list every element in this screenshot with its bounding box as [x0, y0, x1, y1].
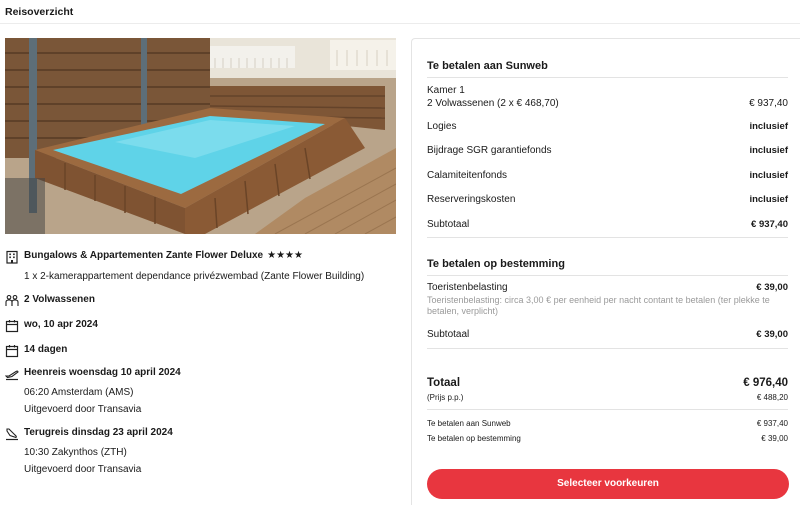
divider: [427, 409, 788, 410]
people-icon: [5, 294, 19, 306]
hotel-info: Bungalows & Appartementen Zante Flower D…: [5, 249, 400, 265]
trip-details: Bungalows & Appartementen Zante Flower D…: [0, 38, 400, 505]
item-value: inclusief: [749, 145, 788, 156]
room-label: Kamer 1: [427, 85, 465, 96]
price-pp-label: (Prijs p.p.): [427, 393, 464, 402]
calendar-duration-icon: [5, 345, 19, 358]
select-preferences-button[interactable]: Selecteer voorkeuren: [427, 469, 789, 499]
outbound-title: Heenreis woensdag 10 april 2024: [24, 367, 181, 378]
item-label: Logies: [427, 121, 457, 132]
divider: [427, 348, 788, 349]
departure-date: wo, 10 apr 2024: [24, 319, 98, 330]
building-icon: [6, 250, 18, 264]
hotel-name: Bungalows & Appartementen Zante Flower D…: [24, 250, 264, 261]
destination-section-title: Te betalen op bestemming: [427, 258, 565, 270]
tourist-tax-value: € 39,00: [756, 282, 788, 293]
item-value: inclusief: [749, 194, 788, 205]
hotel-stars: ★★★★: [267, 250, 303, 261]
room-detail: 2 Volwassenen (2 x € 468,70): [427, 98, 559, 109]
price-pp-value: € 488,20: [756, 393, 788, 402]
divider: [427, 275, 788, 276]
total-sunweb-value: € 937,40: [756, 419, 788, 428]
page-title: Reisoverzicht: [5, 6, 74, 18]
return-carrier: Uitgevoerd door Transavia: [24, 464, 142, 475]
outbound-flight: Heenreis woensdag 10 april 2024: [5, 366, 400, 382]
travellers-count: 2 Volwassenen: [24, 294, 95, 305]
tourist-tax-label: Toeristenbelasting: [427, 282, 508, 293]
date-row: wo, 10 apr 2024: [5, 318, 400, 334]
plane-arrival-icon: [6, 428, 18, 441]
outbound-time: 06:20 Amsterdam (AMS): [24, 387, 134, 398]
room-description: 1 x 2-kamerappartement dependance privéz…: [24, 271, 365, 282]
sunweb-subtotal-label: Subtotaal: [427, 219, 470, 230]
divider: [427, 237, 788, 238]
divider: [427, 77, 788, 78]
return-title: Terugreis dinsdag 23 april 2024: [24, 427, 173, 438]
destination-subtotal-value: € 39,00: [756, 329, 788, 340]
page-header: Reisoverzicht: [0, 0, 800, 24]
calendar-icon: [5, 320, 19, 333]
item-value: inclusief: [749, 121, 788, 132]
plane-departure-icon: [5, 370, 19, 381]
travellers-row: 2 Volwassenen: [5, 293, 400, 309]
tourist-tax-note: Toeristenbelasting: circa 3,00 € per een…: [427, 295, 770, 316]
total-label: Totaal: [427, 377, 461, 389]
trip-duration: 14 dagen: [24, 344, 68, 355]
room-price: € 937,40: [749, 98, 788, 109]
item-label: Reserveringskosten: [427, 194, 516, 205]
return-flight: Terugreis dinsdag 23 april 2024: [5, 426, 400, 442]
total-destination-label: Te betalen op bestemming: [427, 434, 521, 443]
outbound-carrier: Uitgevoerd door Transavia: [24, 404, 142, 415]
item-value: inclusief: [749, 170, 788, 181]
sunweb-subtotal-value: € 937,40: [751, 219, 788, 230]
item-label: Bijdrage SGR garantiefonds: [427, 145, 552, 156]
total-destination-value: € 39,00: [761, 434, 788, 443]
hotel-photo: [5, 38, 396, 234]
total-value: € 976,40: [743, 377, 788, 389]
duration-row: 14 dagen: [5, 343, 400, 359]
return-time: 10:30 Zakynthos (ZTH): [24, 447, 127, 458]
item-label: Calamiteitenfonds: [427, 170, 508, 181]
sunweb-section-title: Te betalen aan Sunweb: [427, 60, 548, 72]
destination-subtotal-label: Subtotaal: [427, 329, 470, 340]
price-summary: Te betalen aan Sunweb Kamer 1 2 Volwasse…: [411, 38, 800, 505]
total-sunweb-label: Te betalen aan Sunweb: [427, 419, 511, 428]
